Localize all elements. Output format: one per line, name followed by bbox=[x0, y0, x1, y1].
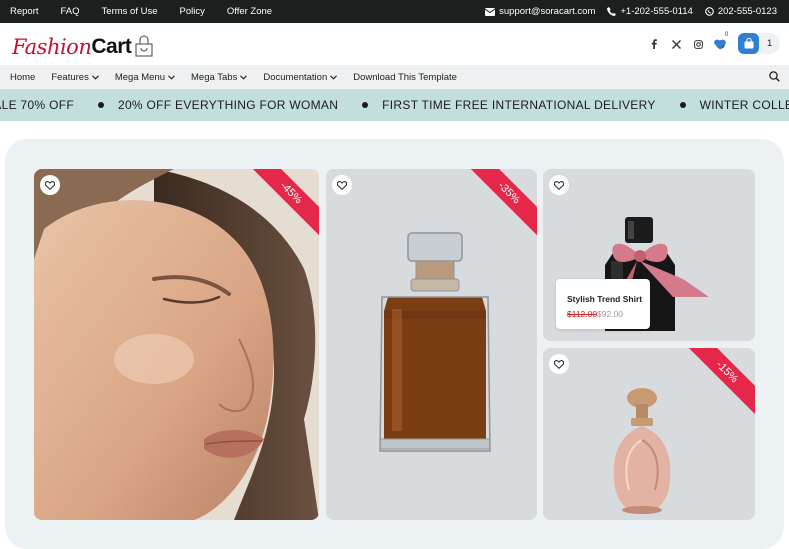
nav-item-label: Features bbox=[51, 71, 89, 83]
heart-icon bbox=[714, 39, 726, 50]
heart-outline-icon bbox=[45, 180, 55, 190]
nav-item-label: Documentation bbox=[263, 71, 328, 83]
whatsapp-contact[interactable]: 202-555-0123 bbox=[705, 6, 777, 17]
nav-item-label: Download This Template bbox=[353, 71, 457, 83]
logo-bag-icon bbox=[135, 35, 153, 57]
x-icon[interactable] bbox=[665, 36, 687, 52]
top-link-terms[interactable]: Terms of Use bbox=[102, 6, 158, 17]
email-text: support@soracart.com bbox=[499, 6, 596, 17]
heart-outline-icon bbox=[554, 180, 564, 190]
nav-item-documentation[interactable]: Documentation bbox=[263, 71, 338, 83]
facebook-icon[interactable] bbox=[643, 36, 665, 52]
main-nav: Home Features Mega Menu Mega Tabs Docume… bbox=[0, 65, 789, 89]
nav-item-label: Home bbox=[10, 71, 36, 83]
chevron-down-icon bbox=[168, 74, 175, 80]
nav-item-download-template[interactable]: Download This Template bbox=[353, 72, 457, 83]
promo-ticker: SALE 70% OFF 20% OFF EVERYTHING FOR WOMA… bbox=[0, 89, 789, 121]
nav-item-features[interactable]: Features bbox=[51, 72, 99, 83]
ticker-item: 20% OFF EVERYTHING FOR WOMAN bbox=[117, 98, 339, 112]
email-contact[interactable]: support@soracart.com bbox=[485, 6, 595, 17]
nav-item-label: Mega Tabs bbox=[191, 71, 238, 83]
site-header: Fashion Cart 0 1 bbox=[0, 23, 789, 65]
ticker-separator bbox=[97, 102, 104, 108]
product-tooltip[interactable]: Stylish Trend Shirt $112.00 $92.00 bbox=[556, 279, 650, 329]
product-card-pink-perfume[interactable]: -15% bbox=[543, 348, 755, 520]
instagram-icon[interactable] bbox=[687, 36, 709, 52]
ticker-separator bbox=[679, 102, 686, 108]
logo-text-fashion: Fashion bbox=[12, 35, 92, 59]
wishlist-button[interactable]: 0 bbox=[714, 32, 728, 55]
whatsapp-icon bbox=[705, 7, 714, 16]
heart-outline-icon bbox=[554, 359, 564, 369]
chevron-down-icon bbox=[240, 74, 248, 80]
chevron-down-icon bbox=[330, 74, 338, 80]
top-link-report[interactable]: Report bbox=[10, 6, 39, 17]
nav-item-mega-menu[interactable]: Mega Menu bbox=[115, 72, 175, 83]
nav-item-label: Mega Menu bbox=[114, 71, 166, 83]
sale-price: $92.00 bbox=[597, 309, 623, 319]
wishlist-heart-button[interactable] bbox=[40, 175, 60, 195]
top-link-policy[interactable]: Policy bbox=[180, 6, 205, 17]
top-bar: Report FAQ Terms of Use Policy Offer Zon… bbox=[0, 0, 789, 23]
wishlist-heart-button[interactable] bbox=[332, 175, 352, 195]
ticker-item: WINTER COLLECTION FLAT bbox=[699, 98, 789, 112]
product-image bbox=[34, 169, 319, 520]
phone-icon bbox=[607, 7, 617, 16]
ticker-item: SALE 70% OFF bbox=[0, 98, 74, 112]
chevron-down-icon bbox=[91, 74, 99, 80]
whatsapp-text: 202-555-0123 bbox=[717, 6, 777, 17]
shopping-bag-icon bbox=[738, 33, 759, 54]
top-links: Report FAQ Terms of Use Policy Offer Zon… bbox=[0, 6, 294, 17]
old-price: $112.00 bbox=[567, 309, 598, 319]
product-card-decanter[interactable]: -35% bbox=[326, 169, 537, 520]
top-link-faq[interactable]: FAQ bbox=[61, 6, 80, 17]
product-image bbox=[326, 169, 537, 520]
nav-item-mega-tabs[interactable]: Mega Tabs bbox=[191, 71, 248, 83]
heart-outline-icon bbox=[337, 180, 347, 190]
cart-count: 1 bbox=[767, 38, 773, 49]
search-icon[interactable] bbox=[769, 71, 780, 85]
product-card-beauty[interactable]: -45% bbox=[34, 169, 319, 520]
wishlist-heart-button[interactable] bbox=[549, 354, 569, 374]
phone-text: +1-202-555-0114 bbox=[620, 6, 693, 17]
nav-item-home[interactable]: Home bbox=[10, 72, 35, 83]
cart-button[interactable]: 1 bbox=[738, 33, 780, 54]
envelope-icon bbox=[485, 7, 496, 16]
wishlist-heart-button[interactable] bbox=[549, 175, 569, 195]
wishlist-count: 0 bbox=[725, 32, 729, 38]
top-link-offer-zone[interactable]: Offer Zone bbox=[227, 6, 272, 17]
ticker-separator bbox=[362, 102, 369, 108]
product-name: Stylish Trend Shirt bbox=[567, 294, 643, 304]
site-logo[interactable]: Fashion Cart bbox=[12, 29, 155, 59]
phone-contact[interactable]: +1-202-555-0114 bbox=[607, 6, 693, 17]
ticker-item: FIRST TIME FREE INTERNATIONAL DELIVERY bbox=[382, 98, 656, 112]
logo-text-cart: Cart bbox=[91, 35, 132, 58]
